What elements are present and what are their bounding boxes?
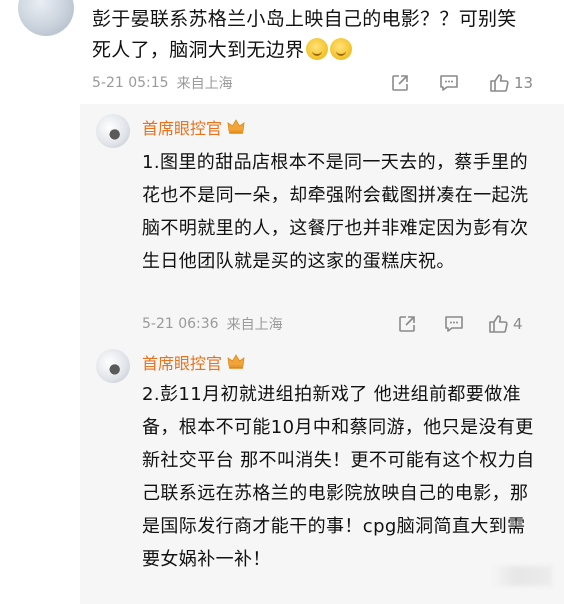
laugh-emoji-icon xyxy=(306,38,329,60)
like-icon xyxy=(490,74,509,92)
share-button[interactable] xyxy=(390,73,410,93)
comment-icon xyxy=(445,316,463,332)
crown-icon xyxy=(227,119,245,134)
reply-date: 5-21 06:36 xyxy=(142,316,219,332)
like-button[interactable]: 13 xyxy=(488,72,533,94)
comment-body: 彭于晏联系苏格兰小岛上映自己的电影？？可别笑死人了，脑洞大到无边界 xyxy=(92,4,532,66)
comment-location: 来自上海 xyxy=(176,76,233,92)
like-button[interactable]: 4 xyxy=(487,313,523,335)
reply-author[interactable]: 首席眼控官 xyxy=(142,115,245,139)
comment-date: 5-21 05:15 xyxy=(92,75,169,91)
reply-text: 1.图里的甜品店根本不是同一天去的，蔡手里的花也不是同一朵，却牵强附会截图拼凑在… xyxy=(142,152,529,272)
reply-author-name: 首席眼控官 xyxy=(142,354,223,373)
comment-button[interactable] xyxy=(443,314,465,334)
watermark-blur xyxy=(492,566,552,586)
reply-avatar[interactable] xyxy=(96,114,130,148)
avatar[interactable] xyxy=(18,0,74,36)
laugh-emoji-icon xyxy=(330,38,353,60)
share-button[interactable] xyxy=(397,314,417,334)
comment-actions: 13 xyxy=(390,71,533,95)
like-icon xyxy=(489,315,508,333)
reply-author[interactable]: 首席眼控官 xyxy=(142,350,245,374)
reply-location: 来自上海 xyxy=(226,317,283,333)
comment-meta: 5-21 05:15 来自上海 xyxy=(92,71,233,95)
comment-button[interactable] xyxy=(438,73,460,93)
reply-meta: 5-21 06:36 来自上海 xyxy=(142,312,283,336)
reply-text: 2.彭11月初就进组拍新戏了 他进组前都要做准备，根本不可能10月中和蔡同游，他… xyxy=(142,384,535,570)
crown-icon xyxy=(227,354,245,369)
comment-icon xyxy=(440,75,458,91)
reply-avatar[interactable] xyxy=(96,349,130,383)
reply-author-name: 首席眼控官 xyxy=(142,119,223,138)
like-count: 13 xyxy=(514,74,534,92)
comment-text: 彭于晏联系苏格兰小岛上映自己的电影？？可别笑死人了，脑洞大到无边界 xyxy=(92,8,517,61)
share-icon xyxy=(399,316,415,332)
share-icon xyxy=(392,75,408,91)
reply-actions: 4 xyxy=(397,312,523,336)
like-count: 4 xyxy=(513,315,523,333)
comment-thread: 彭于晏联系苏格兰小岛上映自己的电影？？可别笑死人了，脑洞大到无边界 5-21 0… xyxy=(0,0,564,604)
